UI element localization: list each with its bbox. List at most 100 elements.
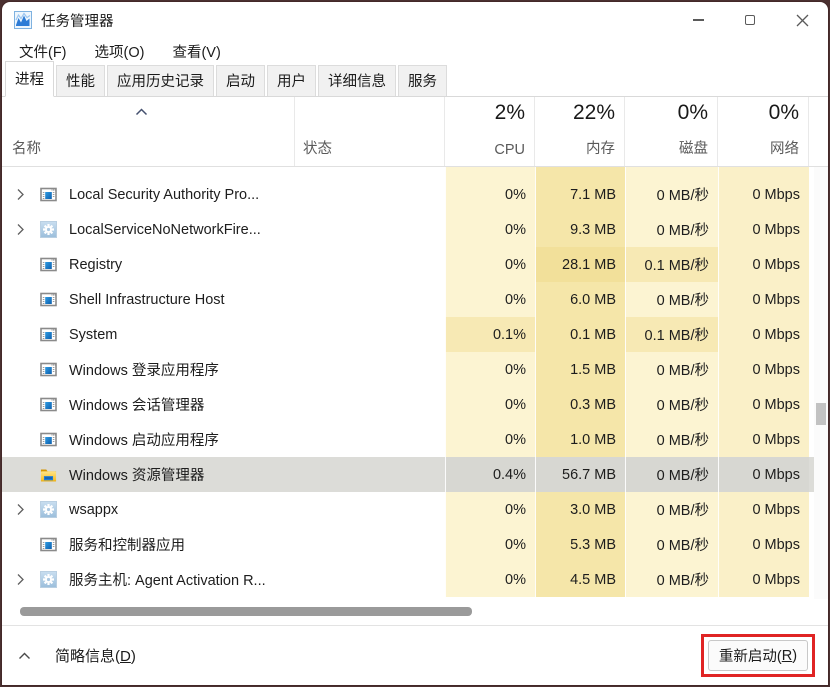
column-header-cpu[interactable]: 2% CPU xyxy=(445,97,535,166)
cpu-cell: 0% xyxy=(445,352,535,387)
minimize-button[interactable] xyxy=(672,2,724,38)
column-header-network[interactable]: 0% 网络 xyxy=(718,97,809,166)
maximize-button[interactable] xyxy=(724,2,776,38)
maximize-icon xyxy=(745,15,755,25)
disk-cell: 0 MB/秒 xyxy=(625,422,718,457)
horizontal-scrollbar-track[interactable] xyxy=(2,599,828,625)
column-header-memory[interactable]: 22% 内存 xyxy=(535,97,625,166)
process-row[interactable]: Windows 会话管理器 0% 0.3 MB 0 MB/秒 0 Mbps xyxy=(2,387,828,422)
network-cell: 0 Mbps xyxy=(718,492,809,527)
process-name-cell: Client Server Runtime Process xyxy=(2,167,295,177)
process-row[interactable]: Windows 资源管理器 0.4% 56.7 MB 0 MB/秒 0 Mbps xyxy=(2,457,828,492)
network-cell: 0 Mbps xyxy=(718,167,809,177)
process-row[interactable]: Local Security Authority Pro... 0% 7.1 MB 0… xyxy=(2,177,828,212)
vertical-scrollbar-track[interactable] xyxy=(814,167,828,599)
memory-cell: 5.3 MB xyxy=(535,527,625,562)
process-name: Windows 启动应用程序 xyxy=(69,433,219,449)
cpu-cell: 0% xyxy=(445,422,535,457)
name-column-label: 名称 xyxy=(12,141,41,157)
sort-ascending-icon xyxy=(135,108,148,116)
expand-chevron-icon[interactable] xyxy=(12,188,28,201)
app-window-icon xyxy=(40,431,57,448)
process-name: LocalServiceNoNetworkFire... xyxy=(69,221,261,238)
process-row[interactable]: 服务和控制器应用 0% 5.3 MB 0 MB/秒 0 Mbps xyxy=(2,527,828,562)
cpu-total-percent: 2% xyxy=(494,101,525,124)
status-cell xyxy=(295,422,445,457)
details-toggle-label: 简略信息(D) xyxy=(55,648,136,665)
status-cell xyxy=(295,247,445,282)
expand-chevron-icon[interactable] xyxy=(12,573,28,586)
process-list: Client Server Runtime Process0%4.3 MB0 M… xyxy=(2,167,828,599)
memory-cell: 0.3 MB xyxy=(535,387,625,422)
cpu-cell: 0% xyxy=(445,212,535,247)
close-button[interactable] xyxy=(776,2,828,38)
app-window-icon xyxy=(40,291,57,308)
status-cell xyxy=(295,167,445,177)
process-row[interactable]: LocalServiceNoNetworkFire... 0% 9.3 MB 0 MB… xyxy=(2,212,828,247)
memory-cell: 4.5 MB xyxy=(535,562,625,597)
details-toggle[interactable]: 简略信息(D) xyxy=(18,645,136,666)
process-row[interactable]: System 0.1% 0.1 MB 0.1 MB/秒 0 Mbps xyxy=(2,317,828,352)
column-header-disk[interactable]: 0% 磁盘 xyxy=(625,97,718,166)
memory-cell: 9.3 MB xyxy=(535,212,625,247)
vertical-scrollbar-thumb[interactable] xyxy=(816,403,826,425)
column-header-status[interactable]: 状态 xyxy=(295,97,445,166)
process-name: 服务主机: Agent Activation R... xyxy=(69,573,266,589)
tab-startup[interactable]: 启动 xyxy=(216,65,265,96)
memory-cell: 7.1 MB xyxy=(535,177,625,212)
tab-performance[interactable]: 性能 xyxy=(56,65,105,96)
process-name-cell: Windows 登录应用程序 xyxy=(2,352,295,387)
status-cell xyxy=(295,527,445,562)
network-cell: 0 Mbps xyxy=(718,387,809,422)
process-row[interactable]: wsappx 0% 3.0 MB 0 MB/秒 0 Mbps xyxy=(2,492,828,527)
horizontal-scrollbar-thumb[interactable] xyxy=(20,607,472,616)
tab-details[interactable]: 详细信息 xyxy=(318,65,396,96)
network-cell: 0 Mbps xyxy=(718,352,809,387)
process-name: Windows 会话管理器 xyxy=(69,398,205,414)
expand-chevron-icon[interactable] xyxy=(12,223,28,236)
gear-icon xyxy=(40,571,57,588)
memory-cell: 0.1 MB xyxy=(535,317,625,352)
network-cell: 0 Mbps xyxy=(718,562,809,597)
app-window-icon xyxy=(40,167,57,168)
restart-button[interactable]: 重新启动(R) xyxy=(708,640,808,671)
process-name-cell: Local Security Authority Pro... xyxy=(2,177,295,212)
process-row[interactable]: Registry 0% 28.1 MB 0.1 MB/秒 0 Mbps xyxy=(2,247,828,282)
memory-cell: 6.0 MB xyxy=(535,282,625,317)
title-bar: 任务管理器 xyxy=(2,2,828,38)
expand-chevron-icon[interactable] xyxy=(12,503,28,516)
menu-item-options[interactable]: 选项(O) xyxy=(88,39,152,64)
tab-processes[interactable]: 进程 xyxy=(5,61,54,97)
disk-cell: 0 MB/秒 xyxy=(625,167,718,177)
process-row[interactable]: 服务主机: Agent Activation R... 0% 4.5 MB 0 MB/… xyxy=(2,562,828,597)
tab-services[interactable]: 服务 xyxy=(398,65,447,96)
memory-column-label: 内存 xyxy=(586,141,615,157)
tab-app-history[interactable]: 应用历史记录 xyxy=(107,65,214,96)
status-cell xyxy=(295,212,445,247)
menu-bar: 文件(F) 选项(O) 查看(V) xyxy=(2,38,828,65)
status-cell xyxy=(295,457,445,492)
process-row[interactable]: Windows 启动应用程序 0% 1.0 MB 0 MB/秒 0 Mbps xyxy=(2,422,828,457)
process-name: Local Security Authority Pro... xyxy=(69,186,260,203)
disk-cell: 0.1 MB/秒 xyxy=(625,247,718,282)
cpu-cell: 0% xyxy=(445,562,535,597)
process-row[interactable]: Shell Infrastructure Host 0% 6.0 MB 0 MB/秒 0… xyxy=(2,282,828,317)
process-row[interactable]: Windows 登录应用程序 0% 1.5 MB 0 MB/秒 0 Mbps xyxy=(2,352,828,387)
process-name-cell: System xyxy=(2,317,295,352)
tab-users[interactable]: 用户 xyxy=(267,65,316,96)
network-cell: 0 Mbps xyxy=(718,282,809,317)
menu-item-view[interactable]: 查看(V) xyxy=(165,39,227,64)
folder-icon xyxy=(40,466,57,483)
process-name-cell: LocalServiceNoNetworkFire... xyxy=(2,212,295,247)
process-name: System xyxy=(69,326,118,343)
app-window-icon xyxy=(40,186,57,203)
status-column-label: 状态 xyxy=(303,141,332,157)
network-cell: 0 Mbps xyxy=(718,317,809,352)
app-window-icon xyxy=(40,256,57,273)
process-row[interactable]: Client Server Runtime Process0%4.3 MB0 M… xyxy=(2,167,828,177)
process-name-cell: wsappx xyxy=(2,492,295,527)
app-window-icon xyxy=(40,326,57,343)
disk-cell: 0 MB/秒 xyxy=(625,282,718,317)
column-header-name[interactable]: 名称 xyxy=(2,97,295,166)
task-manager-window: 任务管理器 文件(F) 选项(O) 查看(V) 进程 性能 应用历史记录 启动 用户 详细信息… xyxy=(2,2,828,685)
